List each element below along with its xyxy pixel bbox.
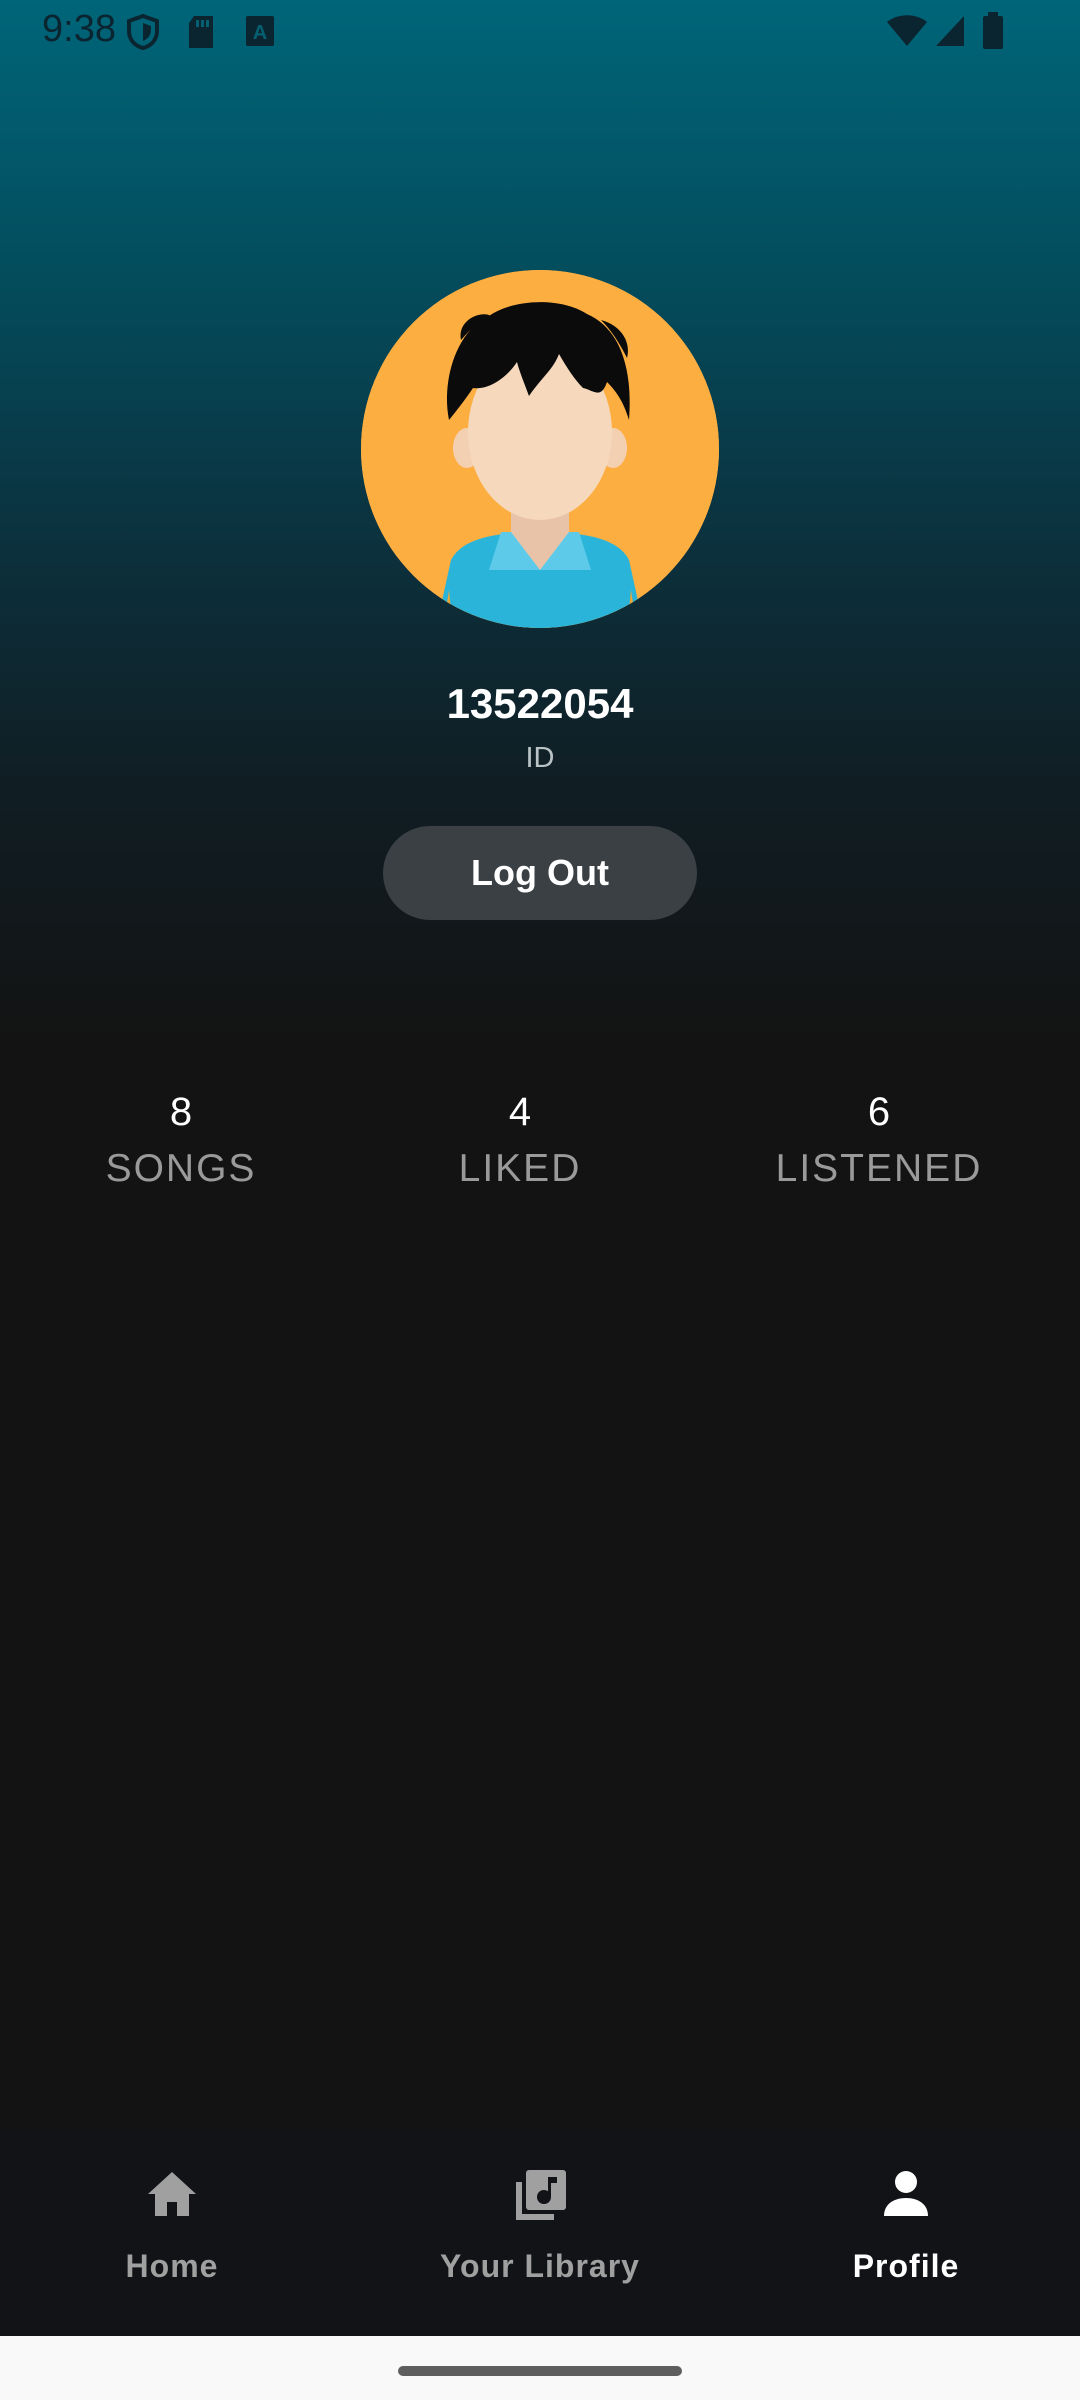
stat-listened: 6 LISTENED — [729, 1090, 1029, 1191]
gesture-handle[interactable] — [398, 2366, 682, 2376]
stat-listened-label: LISTENED — [775, 1147, 983, 1190]
bottom-nav: Home Your Library Profile — [0, 2130, 1080, 2336]
signal-icon — [934, 14, 966, 53]
avatar — [361, 270, 719, 628]
nav-profile[interactable]: Profile — [756, 2130, 1056, 2336]
status-bar: 9:38 A — [0, 0, 1080, 62]
library-music-icon — [512, 2168, 568, 2229]
svg-text:A: A — [253, 22, 267, 44]
stat-listened-value: 6 — [867, 1090, 891, 1134]
user-id: 13522054 — [446, 680, 634, 727]
nav-home[interactable]: Home — [22, 2130, 322, 2336]
logout-button[interactable]: Log Out — [383, 826, 697, 920]
home-icon — [144, 2168, 200, 2225]
status-time: 9:38 — [42, 8, 116, 50]
stat-songs: 8 SONGS — [31, 1090, 331, 1191]
stat-songs-label: SONGS — [105, 1147, 257, 1190]
nav-your-library-label: Your Library — [440, 2248, 640, 2284]
stat-songs-value: 8 — [169, 1090, 193, 1134]
nav-home-label: Home — [125, 2248, 219, 2284]
shield-icon — [126, 13, 160, 55]
stat-liked: 4 LIKED — [370, 1090, 670, 1191]
nav-profile-label: Profile — [852, 2248, 960, 2284]
nav-your-library[interactable]: Your Library — [390, 2130, 690, 2336]
keyboard-a-icon: A — [244, 14, 276, 53]
person-icon — [880, 2168, 932, 2225]
stat-liked-value: 4 — [508, 1090, 532, 1134]
user-id-label: ID — [525, 742, 555, 774]
gesture-nav-area — [0, 2336, 1080, 2400]
battery-icon — [982, 12, 1004, 55]
wifi-icon — [886, 14, 928, 53]
sd-card-icon — [186, 14, 216, 55]
stat-liked-label: LIKED — [458, 1147, 582, 1190]
